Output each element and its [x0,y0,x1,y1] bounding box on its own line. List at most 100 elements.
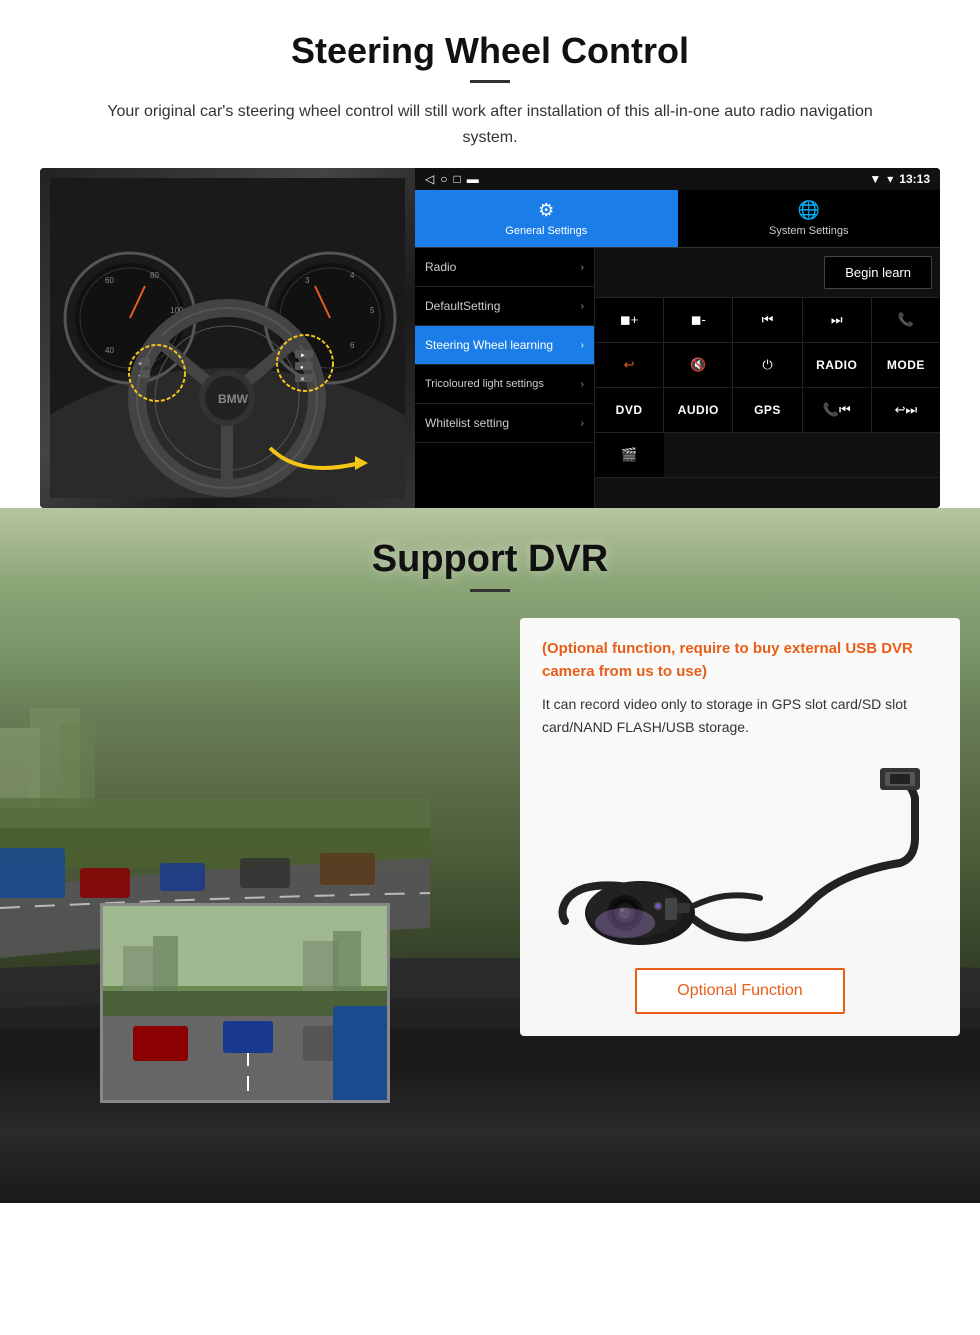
menu-nav: ▬ [467,172,479,186]
mode-label: MODE [887,358,925,372]
svg-text:80: 80 [150,271,159,280]
dvr-screen-preview [100,903,390,1103]
settings-menu: Radio › DefaultSetting › Steering Wheel … [415,248,595,508]
globe-icon: 🌐 [798,200,820,221]
svg-text:40: 40 [105,346,114,355]
wifi-icon: ▾ [887,172,893,186]
android-ui-panel: ◁ ○ □ ▬ ▼ ▾ 13:13 ⚙ General Settings 🌐 S… [415,168,940,508]
mode-button[interactable]: MODE [872,343,940,387]
recent-nav: □ [453,172,460,186]
menu-default-label: DefaultSetting [425,299,500,313]
section-subtitle: Your original car's steering wheel contr… [80,99,900,150]
title-divider [470,80,510,83]
chevron-right-icon: › [581,340,584,351]
status-time: 13:13 [899,172,930,186]
chevron-right-icon: › [581,301,584,312]
svg-text:6: 6 [350,341,355,350]
control-buttons: ◼+ ◼- ⏮ ⏭ 📞 ↩ 🔇 ⏻ RADIO MODE [595,298,940,478]
steering-wheel-section: Steering Wheel Control Your original car… [0,0,980,508]
ctrl-row-1: ◼+ ◼- ⏮ ⏭ 📞 [595,298,940,343]
steering-demo-panel: 60 80 100 120 40 3 4 5 6 2 [40,168,940,508]
steering-wheel-photo: 60 80 100 120 40 3 4 5 6 2 [40,168,415,508]
phone-button[interactable]: 📞 [872,298,940,342]
radio-button[interactable]: RADIO [803,343,872,387]
menu-tricoloured-label: Tricoloured light settings [425,377,544,391]
begin-learn-button[interactable]: Begin learn [824,256,932,289]
settings-body: Radio › DefaultSetting › Steering Wheel … [415,248,940,508]
gps-label: GPS [754,403,781,417]
menu-item-tricoloured[interactable]: Tricoloured light settings › [415,365,594,404]
dvr-section: Support DVR (Optional [0,508,980,1203]
dvr-preview-svg [103,906,390,1103]
svg-text:BMW: BMW [218,392,249,406]
page-title: Steering Wheel Control [40,30,940,72]
dvd-button[interactable]: DVD [595,388,664,432]
phone-next-button[interactable]: ↩⏭ [872,388,940,432]
vol-down-icon: ◼- [691,312,706,328]
svg-text:4: 4 [350,271,355,280]
svg-text:✕: ✕ [300,377,305,383]
dvd-label: DVD [616,403,643,417]
mute-button[interactable]: 🔇 [664,343,733,387]
vol-down-button[interactable]: ◼- [664,298,733,342]
gps-button[interactable]: GPS [733,388,802,432]
back-nav: ◁ [425,172,434,186]
android-statusbar: ◁ ○ □ ▬ ▼ ▾ 13:13 [415,168,940,190]
power-button[interactable]: ⏻ [733,343,802,387]
prev-track-icon: ⏮ [762,312,774,328]
menu-item-default-setting[interactable]: DefaultSetting › [415,287,594,326]
menu-whitelist-label: Whitelist setting [425,416,509,430]
mute-icon: 🔇 [690,357,706,373]
prev-track-button[interactable]: ⏮ [733,298,802,342]
svg-text:●: ● [300,365,304,371]
chevron-right-icon: › [581,262,584,273]
audio-button[interactable]: AUDIO [664,388,733,432]
tab-system-label: System Settings [769,225,848,237]
dvr-title-divider [470,589,510,592]
settings-tabs: ⚙ General Settings 🌐 System Settings [415,190,940,248]
chevron-right-icon: › [581,379,584,390]
menu-item-whitelist[interactable]: Whitelist setting › [415,404,594,443]
next-track-button[interactable]: ⏭ [803,298,872,342]
tab-general-label: General Settings [505,225,587,237]
svg-text:5: 5 [370,306,375,315]
dvr-optional-text: (Optional function, require to buy exter… [542,638,938,683]
audio-label: AUDIO [678,403,719,417]
ctrl-row-2: ↩ 🔇 ⏻ RADIO MODE [595,343,940,388]
tab-system-settings[interactable]: 🌐 System Settings [678,190,941,247]
dvr-description: It can record video only to storage in G… [542,693,938,738]
menu-item-steering-wheel[interactable]: Steering Wheel learning › [415,326,594,365]
svg-text:►: ► [300,353,306,359]
optional-function-button[interactable]: Optional Function [635,968,844,1014]
vol-up-icon: ◼+ [620,312,638,328]
begin-learn-area: Begin learn [595,248,940,298]
tab-general-settings[interactable]: ⚙ General Settings [415,190,678,247]
dvr-camera-image [542,753,938,953]
dvr-content-box: (Optional function, require to buy exter… [520,618,960,1036]
steering-wheel-svg: 60 80 100 120 40 3 4 5 6 2 [50,178,405,498]
ctrl-row-3: DVD AUDIO GPS 📞⏮ ↩⏭ [595,388,940,433]
power-icon: ⏻ [762,357,772,373]
phone-icon: 📞 [898,312,914,328]
chevron-right-icon: › [581,418,584,429]
dvr-title-area: Support DVR [0,508,980,592]
phone-next-icon: ↩⏭ [895,402,918,418]
camera-button[interactable]: 🎬 [595,433,664,477]
settings-content: Begin learn ◼+ ◼- ⏮ ⏭ 📞 ↩ [595,248,940,508]
svg-text:60: 60 [105,276,114,285]
dvr-camera-svg [550,758,930,948]
hang-up-button[interactable]: ↩ [595,343,664,387]
phone-prev-button[interactable]: 📞⏮ [803,388,872,432]
next-track-icon: ⏭ [831,312,843,328]
radio-label: RADIO [816,358,857,372]
dvr-section-title: Support DVR [0,538,980,581]
menu-steering-label: Steering Wheel learning [425,338,553,352]
menu-radio-label: Radio [425,260,456,274]
camera-icon: 🎬 [621,447,637,463]
hang-up-icon: ↩ [624,357,635,373]
vol-up-button[interactable]: ◼+ [595,298,664,342]
gear-icon: ⚙ [538,200,554,221]
menu-item-radio[interactable]: Radio › [415,248,594,287]
signal-icon: ▼ [869,172,881,186]
svg-text:3: 3 [305,276,310,285]
